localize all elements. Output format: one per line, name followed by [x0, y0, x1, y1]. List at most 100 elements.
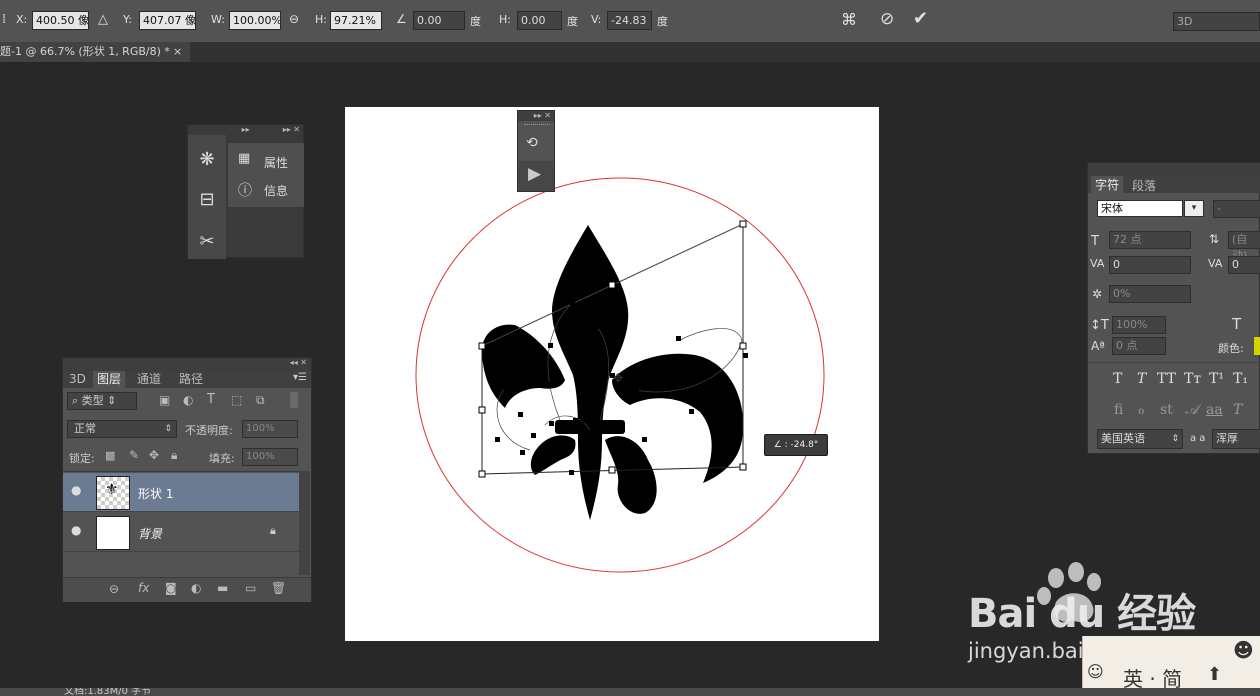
tab-channels[interactable]: 通道 — [133, 371, 165, 388]
baseline-shift-field[interactable]: 0 点 — [1112, 337, 1166, 355]
actions-mini-panel: ▸▸ ✕ ⟲ ▶ — [517, 110, 555, 192]
cartoon-icon: ☺ — [1087, 662, 1104, 681]
font-size-icon: T — [1091, 234, 1099, 249]
layers-panel: ◂◂ ✕ 3D 图层 通道 路径 ▾☰ ⌕ 类型 ⇕ ▣ ◐ T ⬚ ⧉ 正常 ⇕… — [62, 357, 312, 602]
adjustment-filter-icon[interactable]: ◐ — [183, 393, 193, 407]
antialias-select[interactable]: 浑厚 — [1212, 429, 1260, 449]
layer-name[interactable]: 形状 1 — [138, 485, 173, 502]
all-caps-button[interactable]: TT — [1157, 371, 1176, 387]
lock-all-icon[interactable]: 🔒︎ — [171, 448, 177, 463]
lock-position-icon[interactable]: ✥ — [149, 448, 159, 462]
vertical-scale-field[interactable]: 100% — [1112, 316, 1166, 334]
lock-transparency-icon[interactable]: ▩ — [105, 449, 115, 462]
adjustment-layer-icon[interactable]: ◐ — [191, 581, 201, 595]
move-cursor-icon: ✥ — [613, 371, 623, 385]
tab-character[interactable]: 字符 — [1091, 176, 1124, 193]
discretionary-ligatures-button[interactable]: st — [1160, 402, 1173, 418]
tsume-field[interactable]: 0% — [1109, 285, 1191, 303]
layer-thumbnail: ⚜ — [96, 476, 130, 510]
tracking-field[interactable]: 0 — [1228, 256, 1260, 274]
leading-icon: ⇅ — [1209, 232, 1220, 246]
filter-kind-select[interactable]: ⌕ 类型 ⇕ — [67, 392, 137, 410]
titling-alternates-button[interactable]: T — [1233, 402, 1242, 418]
opacity-label: 不透明度: — [185, 424, 233, 437]
tsume-icon: ✲ — [1092, 287, 1103, 301]
panel-menu-icon[interactable]: ▾☰ — [293, 372, 307, 383]
character-panel: 字符 段落 宋体 ▾ - T 72 点 ⇅ (自动) VA 0 VA 0 ✲ 0… — [1087, 162, 1260, 454]
superscript-button[interactable]: T¹ — [1209, 371, 1224, 387]
fx-icon[interactable]: fx — [138, 581, 149, 595]
tab-3d[interactable]: 3D — [65, 371, 90, 388]
new-group-icon[interactable]: ▬ — [217, 581, 228, 595]
opacity-field[interactable]: 100% — [242, 420, 298, 438]
old-style-button[interactable]: ℴ — [1138, 402, 1144, 418]
layer-name[interactable]: 背景 — [138, 525, 162, 542]
play-icon[interactable]: ▶ — [528, 164, 541, 184]
font-size-field[interactable]: 72 点 — [1109, 231, 1191, 249]
font-family-field[interactable]: 宋体 — [1097, 200, 1183, 217]
properties-label[interactable]: 属性 — [264, 154, 288, 171]
type-filter-icon[interactable]: T — [207, 392, 215, 407]
blend-mode-value: 正常 — [74, 422, 96, 435]
fill-label: 填充: — [209, 452, 235, 465]
updown-icon: ⇕ — [164, 424, 172, 434]
filter-toggle[interactable] — [290, 392, 298, 408]
stylistic-alternates-button[interactable]: aa — [1206, 402, 1223, 418]
layer-row-shape[interactable]: ● ⚜ 形状 1 — [63, 473, 299, 512]
faux-italic-button[interactable]: T — [1137, 371, 1146, 387]
tool-presets-icon[interactable]: ⊟ — [191, 183, 223, 217]
dock-header[interactable]: ▸▸ ▸▸ ✕ — [188, 125, 303, 135]
color-label: 颜色: — [1218, 342, 1244, 355]
info-icon[interactable]: ⓘ — [238, 180, 252, 200]
language-select[interactable]: 美国英语 ⇕ — [1097, 429, 1183, 449]
font-family-dropdown-icon[interactable]: ▾ — [1184, 200, 1204, 217]
new-layer-icon[interactable]: ▭ — [245, 581, 256, 595]
vertical-scale-icon: ↕T — [1090, 318, 1109, 333]
smart-object-filter-icon[interactable]: ⧉ — [256, 393, 265, 408]
visibility-eye-icon[interactable]: ● — [71, 483, 81, 497]
history-icon[interactable]: ⟲ — [526, 135, 538, 151]
small-caps-button[interactable]: Tт — [1184, 371, 1201, 387]
collapsed-panels-dock: ▸▸ ▸▸ ✕ ❋ ⊟ ✂ ▦ 属性 ⓘ 信息 — [187, 124, 304, 259]
arrow-up-icon: ⬆ — [1207, 664, 1223, 685]
shape-filter-icon[interactable]: ⬚ — [231, 393, 242, 407]
ligatures-button[interactable]: fi — [1114, 402, 1123, 418]
fleur-de-lis-icon: ⚜ — [105, 480, 119, 498]
tab-paths[interactable]: 路径 — [175, 371, 207, 388]
sticker-badge: ☺ 英 · 简 ⬆ ☻ — [1082, 636, 1260, 691]
leading-field[interactable]: (自动) — [1228, 231, 1260, 262]
tools-icon[interactable]: ✂ — [191, 225, 223, 259]
info-label[interactable]: 信息 — [264, 182, 288, 199]
faux-bold-button[interactable]: T — [1113, 371, 1122, 387]
add-mask-icon[interactable]: ◙ — [165, 581, 177, 595]
fill-field[interactable]: 100% — [242, 448, 298, 466]
layer-row-background[interactable]: ● 背景 🔒︎ — [63, 513, 299, 552]
visibility-eye-icon[interactable]: ● — [71, 523, 81, 537]
layers-footer: ⊖ fx ◙ ◐ ▬ ▭ 🗑︎ — [63, 577, 311, 602]
language-value: 美国英语 — [1101, 432, 1145, 445]
skew-tooltip: ∠ : -24.8° — [764, 434, 828, 456]
search-icon: ⌕ — [72, 394, 82, 407]
kerning-field[interactable]: 0 — [1109, 256, 1191, 274]
swash-button[interactable]: 𝒜 — [1185, 402, 1198, 418]
updown-icon: ⇕ — [1171, 434, 1179, 444]
pixel-filter-icon[interactable]: ▣ — [159, 393, 170, 407]
font-style-field[interactable]: - — [1213, 200, 1260, 218]
subscript-button[interactable]: T₁ — [1233, 371, 1248, 387]
navigator-icon[interactable]: ❋ — [191, 143, 223, 177]
link-layers-icon[interactable]: ⊖ — [109, 582, 119, 596]
lock-label: 锁定: — [69, 452, 95, 465]
properties-icon[interactable]: ▦ — [238, 151, 250, 166]
text-color-swatch[interactable] — [1254, 337, 1260, 355]
kerning-icon: VA — [1090, 257, 1105, 270]
layers-panel-header[interactable]: ◂◂ ✕ — [63, 358, 311, 371]
blend-mode-select[interactable]: 正常 ⇕ — [67, 420, 177, 438]
lock-pixels-icon[interactable]: ✎ — [129, 448, 139, 462]
panel-header[interactable]: ▸▸ ✕ — [518, 111, 554, 121]
trash-icon[interactable]: 🗑︎ — [271, 581, 286, 595]
tab-layers[interactable]: 图层 — [93, 371, 126, 388]
status-bar: 文档:1.83M/0 字节 — [0, 688, 1260, 696]
layers-scrollbar[interactable] — [299, 471, 310, 575]
tab-paragraph[interactable]: 段落 — [1132, 177, 1156, 194]
layer-thumbnail — [96, 516, 130, 550]
